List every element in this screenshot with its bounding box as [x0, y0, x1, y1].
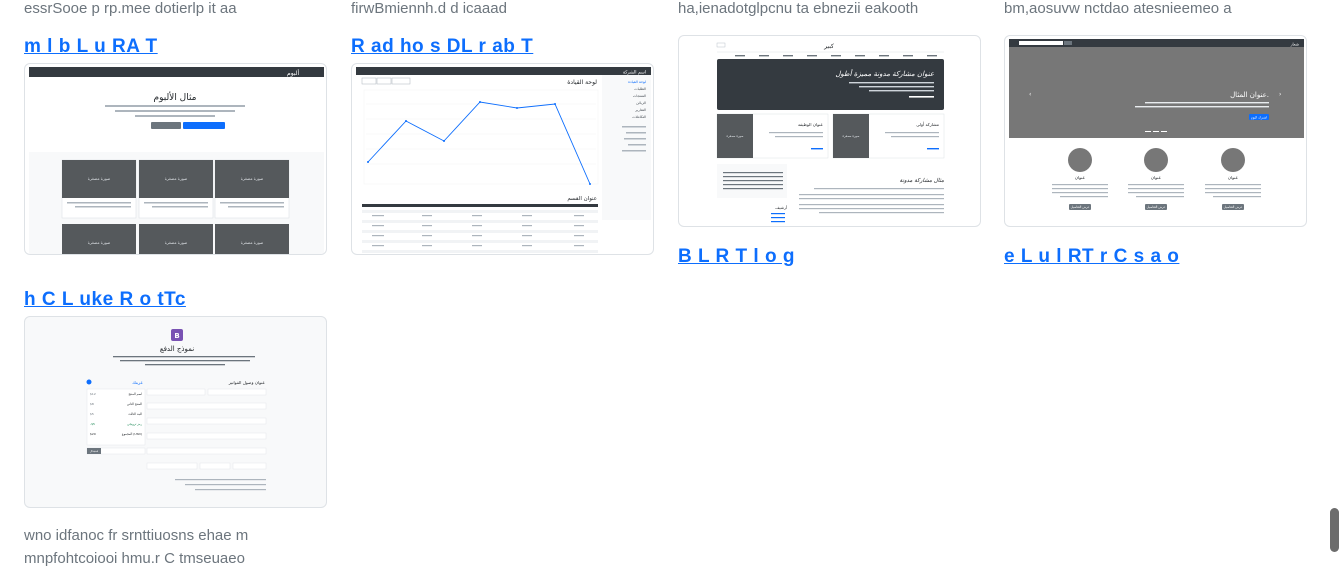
example-card-album: essrSooe p rp.mee dotierlp it aa m l b L…	[24, 0, 327, 255]
svg-text:عنوان القسم: عنوان القسم	[567, 196, 597, 202]
svg-text:مشاركة أولى: مشاركة أولى	[916, 121, 939, 127]
card-title-link[interactable]: e L u l RT r C s a o	[1004, 246, 1179, 268]
svg-text:المجموع (USD): المجموع (USD)	[122, 432, 142, 436]
card-title-link[interactable]: h C L uke R o tTc	[24, 289, 186, 311]
scrollbar-thumb[interactable]	[1330, 508, 1339, 552]
svg-text:عنوان: عنوان	[1228, 175, 1239, 180]
svg-text:عنوان: عنوان	[1075, 175, 1086, 180]
album-heading: مثال الألبوم	[154, 91, 197, 103]
album-brand: ألبوم	[287, 69, 299, 77]
svg-text:‹: ‹	[1029, 91, 1031, 98]
svg-text:-$5: -$5	[90, 422, 95, 426]
svg-text:رمز ترويجي: رمز ترويجي	[127, 422, 142, 426]
svg-text:التكاملات: التكاملات	[632, 115, 646, 119]
card-description-footer: wno idfanoc fr srnttiuosns ehae m	[24, 527, 249, 544]
svg-text:$20: $20	[90, 432, 96, 436]
svg-text:صورة مصغرة: صورة مصغرة	[165, 176, 188, 181]
svg-text:صورة مصغرة: صورة مصغرة	[241, 240, 264, 245]
svg-text:$8: $8	[90, 402, 94, 406]
svg-text:صورة مصغرة: صورة مصغرة	[88, 176, 111, 181]
svg-text:عنوان وصول الفواتير: عنوان وصول الفواتير	[228, 380, 266, 385]
svg-text:التقارير: التقارير	[634, 108, 646, 112]
svg-text:عرض التفاصيل: عرض التفاصيل	[1224, 205, 1243, 209]
svg-text:$12: $12	[90, 392, 96, 396]
svg-text:عرض التفاصيل: عرض التفاصيل	[1071, 205, 1090, 209]
svg-text:صورة مصغرة: صورة مصغرة	[165, 240, 188, 245]
svg-text:عربتك: عربتك	[132, 380, 143, 385]
svg-text:مثال مشاركة مدونة: مثال مشاركة مدونة	[900, 177, 945, 184]
card-title-link[interactable]: B L R T l o g	[678, 246, 795, 268]
svg-text:عنوان مشاركة مدونة مميزة أطول: عنوان مشاركة مدونة مميزة أطول	[835, 69, 934, 78]
page-scrollbar[interactable]	[1327, 0, 1341, 566]
svg-text:شعار: شعار	[1290, 42, 1300, 47]
example-card-dashboard: firwBmiennh.d d icaaad R ad ho s DL r ab…	[351, 0, 654, 255]
example-card-carousel: bm,aosuvw nctdao atesnieemeo a شعار ‹ › …	[1004, 0, 1307, 267]
card-description-footer: mnpfohtcoiooi hmu.r C tmseuaeo	[24, 550, 245, 566]
svg-text:اسم الشركة: اسم الشركة	[623, 70, 646, 76]
card-description: bm,aosuvw nctdao atesnieemeo a	[1004, 0, 1232, 17]
svg-text:اسم المنتج: اسم المنتج	[128, 392, 142, 396]
card-title-link[interactable]: m l b L u RA T	[24, 36, 158, 58]
blog-page-thumbnail[interactable]: كبير عنوان مشاركة مدونة مميزة أطول صورة …	[678, 35, 981, 227]
card-description: ha,ienadotglpcnu ta ebnezii eakooth	[678, 0, 919, 17]
svg-text:$5: $5	[90, 412, 94, 416]
album-page-thumbnail[interactable]: ألبوم مثال الألبوم صورة مصغرة صورة مصغرة…	[24, 63, 327, 255]
svg-text:صورة مصغرة: صورة مصغرة	[843, 134, 860, 138]
svg-text:نموذج الدفع: نموذج الدفع	[160, 345, 194, 353]
svg-text:عنوان الوظيفة: عنوان الوظيفة	[798, 122, 824, 127]
svg-text:صورة مصغرة: صورة مصغرة	[727, 134, 744, 138]
dashboard-page-thumbnail[interactable]: اسم الشركة لوحة القيادة الطلبات المنتجات…	[351, 63, 654, 255]
svg-text:البند الثالث: البند الثالث	[128, 412, 142, 416]
svg-text:صورة مصغرة: صورة مصغرة	[88, 240, 111, 245]
svg-text:كبير: كبير	[823, 43, 834, 50]
svg-text:أرشيف: أرشيف	[775, 205, 787, 210]
card-title-link[interactable]: R ad ho s DL r ab T	[351, 36, 533, 58]
svg-text:صورة مصغرة: صورة مصغرة	[241, 176, 264, 181]
card-description: firwBmiennh.d d icaaad	[351, 0, 507, 17]
svg-text:الطلبات: الطلبات	[634, 87, 646, 91]
checkout-page-thumbnail[interactable]: B نموذج الدفع عنوان وصول الفواتير عربتك …	[24, 316, 327, 508]
svg-text:المنتجات: المنتجات	[633, 94, 646, 98]
svg-text:استبدال: استبدال	[90, 450, 99, 453]
svg-text:المنتج الثاني: المنتج الثاني	[127, 402, 142, 406]
svg-text:لوحة القيادة: لوحة القيادة	[628, 80, 646, 84]
svg-text:عرض التفاصيل: عرض التفاصيل	[1147, 205, 1166, 209]
svg-text:عنوان المثال.: عنوان المثال.	[1230, 91, 1269, 99]
card-description: essrSooe p rp.mee dotierlp it aa	[24, 0, 237, 17]
svg-text:B: B	[174, 332, 179, 340]
example-card-blog: ha,ienadotglpcnu ta ebnezii eakooth كبير…	[678, 0, 981, 267]
svg-text:›: ›	[1279, 91, 1281, 98]
svg-text:لوحة القيادة: لوحة القيادة	[567, 79, 597, 86]
svg-text:الزبائن: الزبائن	[636, 101, 646, 105]
svg-text:عنوان: عنوان	[1151, 175, 1162, 180]
carousel-page-thumbnail[interactable]: شعار ‹ › عنوان المثال. اشترك اليوم عنوان…	[1004, 35, 1307, 227]
